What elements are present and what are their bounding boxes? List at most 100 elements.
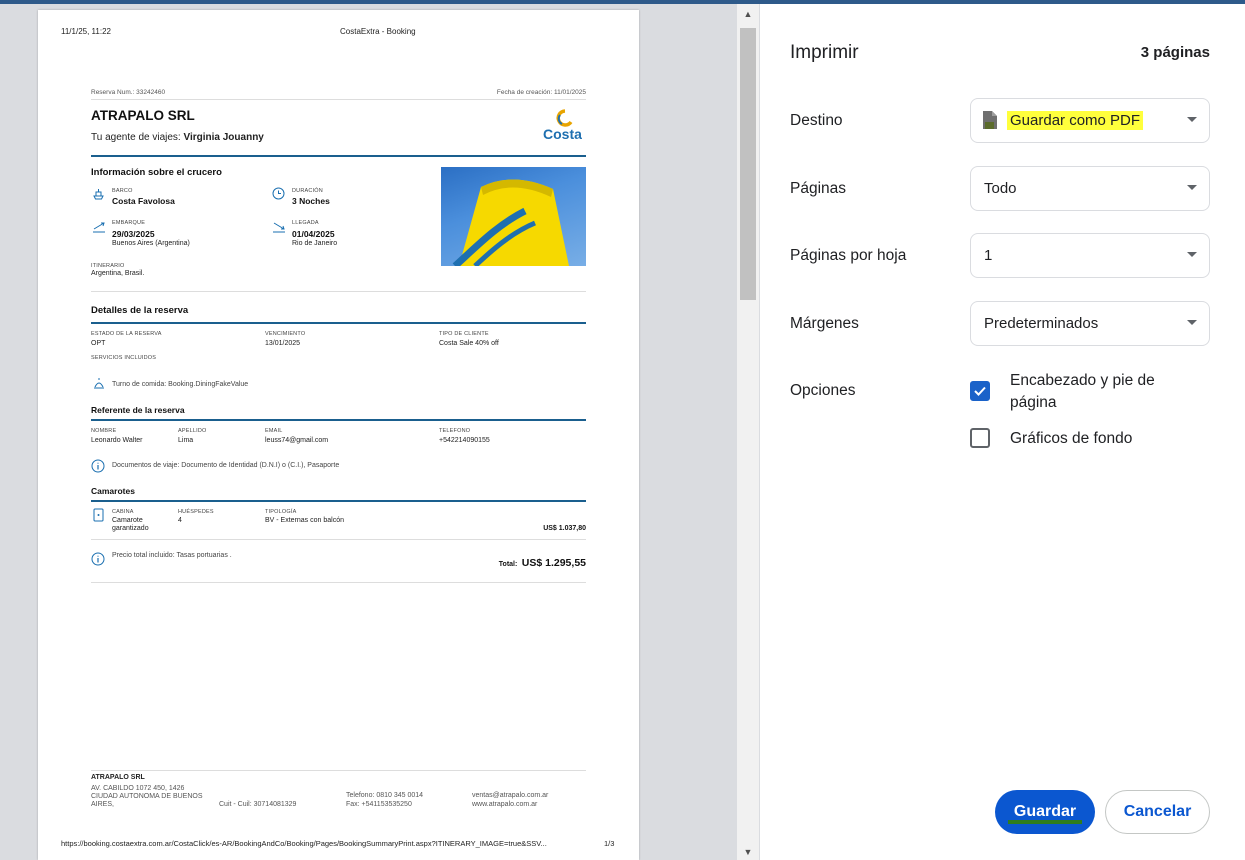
chevron-down-icon xyxy=(1187,252,1197,257)
info-icon xyxy=(91,459,105,478)
apellido-value: Lima xyxy=(178,437,194,444)
cabin-price: US$ 1.037,80 xyxy=(543,525,586,532)
divider xyxy=(91,291,586,292)
margenes-value: Predeterminados xyxy=(984,315,1099,332)
cancelar-button[interactable]: Cancelar xyxy=(1105,790,1210,834)
print-header-title: CostaExtra - Booking xyxy=(340,27,416,36)
total-value: US$ 1.295,55 xyxy=(521,557,586,569)
cruise-info-title: Información sobre el crucero xyxy=(91,167,222,178)
destino-value: Guardar como PDF xyxy=(1007,111,1144,130)
divider xyxy=(91,770,586,771)
embarque-date: 29/03/2025 xyxy=(112,229,155,239)
encabezado-label[interactable]: Encabezado y pie de página xyxy=(1010,370,1155,414)
telefono-label: TELEFONO xyxy=(439,428,471,434)
opciones-label: Opciones xyxy=(790,382,856,399)
precio-total-note: Precio total incluido: Tasas portuarias … xyxy=(112,552,232,559)
footer-email: ventas@atrapalo.com.ar xyxy=(472,792,549,799)
guardar-button[interactable]: Guardar xyxy=(995,790,1095,834)
encabezado-checkbox[interactable] xyxy=(970,381,990,401)
paginas-por-hoja-label: Páginas por hoja xyxy=(790,247,907,264)
paginas-label: Páginas xyxy=(790,180,847,197)
departure-icon xyxy=(92,220,106,239)
huespedes-value: 4 xyxy=(178,517,182,524)
estado-value: OPT xyxy=(91,340,106,347)
cabin-icon xyxy=(93,508,104,527)
chevron-down-icon xyxy=(1187,185,1197,190)
telefono-value: +542214090155 xyxy=(439,437,490,444)
llegada-place: Rio de Janeiro xyxy=(292,240,338,247)
info-icon xyxy=(91,552,105,571)
agent-name: Virginia Jouanny xyxy=(183,132,264,143)
barco-value: Costa Favolosa xyxy=(112,196,175,206)
graficos-fondo-checkbox[interactable] xyxy=(970,428,990,448)
footer-address-1: AV. CABILDO 1072 450, 1426 xyxy=(91,785,185,792)
section-rule xyxy=(91,322,586,324)
email-label: EMAIL xyxy=(265,428,283,434)
cabina-value-2: garantizado xyxy=(112,525,149,532)
costa-logo: Costa xyxy=(543,107,588,145)
email-value: leuss74@gmail.com xyxy=(265,437,329,444)
print-header-datetime: 11/1/25, 11:22 xyxy=(61,27,111,36)
cabina-value-1: Camarote xyxy=(112,517,143,524)
preview-scrollbar[interactable]: ▲ ▼ xyxy=(737,4,759,860)
guardar-button-label: Guardar xyxy=(1007,803,1083,824)
vencimiento-value: 13/01/2025 xyxy=(265,340,301,347)
graficos-fondo-label[interactable]: Gráficos de fondo xyxy=(1010,428,1132,450)
page-count: 3 páginas xyxy=(1140,44,1210,61)
paginas-select[interactable]: Todo xyxy=(970,166,1210,211)
margenes-label: Márgenes xyxy=(790,315,859,332)
tipologia-value: BV - Externas con balcón xyxy=(265,517,344,524)
print-footer-url: https://booking.costaextra.com.ar/CostaC… xyxy=(61,839,547,848)
clock-icon xyxy=(272,187,285,205)
duracion-label: DURACIÓN xyxy=(292,188,323,194)
creation-date: Fecha de creación: 11/01/2025 xyxy=(496,89,586,96)
costa-logo-text: Costa xyxy=(543,126,582,142)
tipo-cliente-value: Costa Sale 40% off xyxy=(439,340,499,347)
ship-icon xyxy=(92,187,105,206)
nombre-value: Leonardo Walter xyxy=(91,437,143,444)
agent-line: Tu agente de viajes: Virginia Jouanny xyxy=(91,132,264,143)
dining-icon xyxy=(92,376,106,395)
agent-prefix: Tu agente de viajes: xyxy=(91,132,181,143)
destino-label: Destino xyxy=(790,112,843,129)
paginas-por-hoja-value: 1 xyxy=(984,247,993,264)
footer-address-2: CIUDAD AUTONOMA DE BUENOS xyxy=(91,793,203,800)
footer-fax: Fax: +541153535250 xyxy=(346,801,412,808)
apellido-label: APELLIDO xyxy=(178,428,207,434)
scroll-up-arrow-icon[interactable]: ▲ xyxy=(737,6,759,22)
print-preview-area: 11/1/25, 11:22 CostaExtra - Booking Rese… xyxy=(0,4,760,860)
encabezado-label-line-2: página xyxy=(1010,394,1057,411)
estado-label: ESTADO DE LA RESERVA xyxy=(91,331,162,337)
llegada-date: 01/04/2025 xyxy=(292,229,335,239)
encabezado-label-line-1: Encabezado y pie de xyxy=(1010,372,1155,389)
reserva-details-title: Detalles de la reserva xyxy=(91,305,189,316)
total-line: Total: US$ 1.295,55 xyxy=(499,553,586,571)
destino-select[interactable]: Guardar como PDF xyxy=(970,98,1210,143)
embarque-place: Buenos Aires (Argentina) xyxy=(112,240,190,247)
divider xyxy=(91,99,586,100)
margenes-select[interactable]: Predeterminados xyxy=(970,301,1210,346)
documentos-viaje: Documentos de viaje: Documento de Identi… xyxy=(112,462,340,469)
nombre-label: NOMBRE xyxy=(91,428,117,434)
duracion-value: 3 Noches xyxy=(292,196,330,206)
arrival-icon xyxy=(272,220,286,239)
print-settings-panel: Imprimir 3 páginas Destino Guardar como … xyxy=(760,4,1242,860)
scrollbar-thumb[interactable] xyxy=(740,28,756,300)
chevron-down-icon xyxy=(1187,117,1197,122)
pdf-file-icon xyxy=(982,110,998,135)
footer-cuit: Cuit - Cuil: 30714081329 xyxy=(219,801,297,808)
footer-address-3: AIRES, xyxy=(91,801,114,808)
print-footer-page: 1/3 xyxy=(604,839,615,848)
camarotes-title: Camarotes xyxy=(91,486,135,496)
footer-company: ATRAPALO SRL xyxy=(91,774,145,781)
divider xyxy=(91,582,586,583)
paginas-por-hoja-select[interactable]: 1 xyxy=(970,233,1210,278)
llegada-label: LLEGADA xyxy=(292,220,319,226)
ship-funnel-image xyxy=(441,167,586,266)
checkmark-icon xyxy=(974,386,986,396)
itinerario-label: ITINERARIO xyxy=(91,263,125,269)
servicios-label: SERVICIOS INCLUIDOS xyxy=(91,355,157,361)
embarque-label: EMBARQUE xyxy=(112,220,146,226)
scroll-down-arrow-icon[interactable]: ▼ xyxy=(737,844,759,860)
divider xyxy=(91,539,586,540)
